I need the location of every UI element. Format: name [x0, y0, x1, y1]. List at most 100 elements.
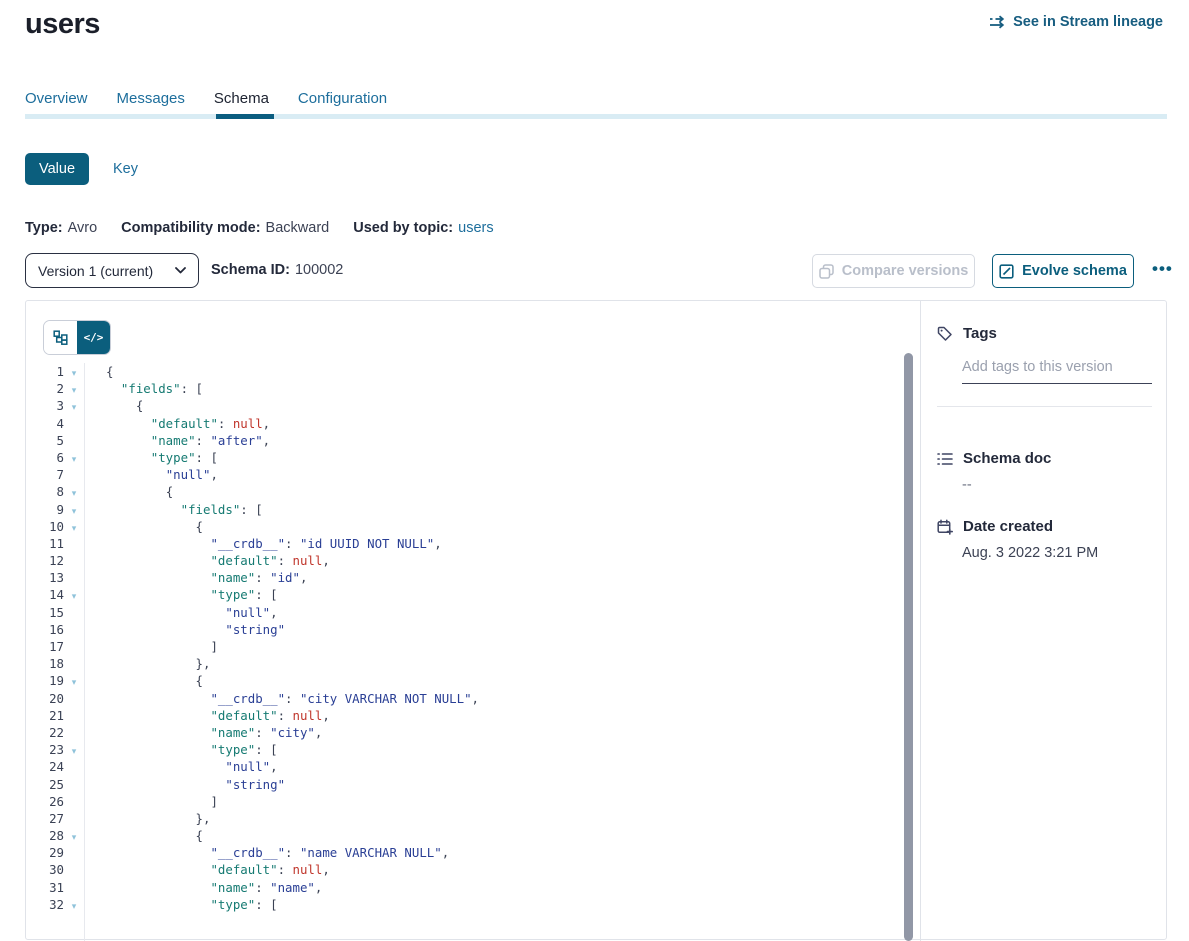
- fold-toggle-icon[interactable]: ▾: [64, 485, 84, 502]
- fold-toggle-icon[interactable]: ▾: [64, 382, 84, 399]
- code-view-button[interactable]: </>: [77, 321, 110, 354]
- schema-id-label: Schema ID:: [211, 262, 290, 278]
- stream-lineage-label: See in Stream lineage: [1013, 14, 1163, 30]
- tab-overview[interactable]: Overview: [25, 90, 88, 111]
- fold-toggle-icon[interactable]: ▾: [64, 674, 84, 691]
- fold-toggle-icon[interactable]: ▾: [64, 520, 84, 537]
- code-text: "fields": [: [84, 501, 263, 518]
- fold-toggle-icon[interactable]: ▾: [64, 365, 84, 382]
- code-line: 21 "default": null,: [26, 707, 920, 724]
- fold-toggle-icon[interactable]: ▾: [64, 588, 84, 605]
- code-line: 29 "__crdb__": "name VARCHAR NULL",: [26, 844, 920, 861]
- tab-underline: [25, 114, 1167, 119]
- code-line: 14▾ "type": [: [26, 586, 920, 603]
- tab-schema[interactable]: Schema: [214, 90, 269, 111]
- schema-panel: </> 1▾{2▾ "fields": [3▾ {4 "default": nu…: [25, 300, 1167, 940]
- code-line: 18 },: [26, 655, 920, 672]
- code-line: 25 "string": [26, 776, 920, 793]
- value-key-toggle: Value Key: [25, 153, 138, 185]
- code-text: "default": null,: [84, 707, 330, 724]
- fold-toggle-icon[interactable]: ▾: [64, 399, 84, 416]
- code-text: "__crdb__": "city VARCHAR NOT NULL",: [84, 690, 479, 707]
- line-number: 29: [26, 844, 64, 861]
- date-created-section-header: Date created: [937, 518, 1053, 535]
- date-created-heading: Date created: [963, 518, 1053, 535]
- code-line: 7 "null",: [26, 466, 920, 483]
- tab-bar: Overview Messages Schema Configuration: [25, 90, 387, 111]
- code-line: 26 ]: [26, 793, 920, 810]
- tab-messages[interactable]: Messages: [117, 90, 185, 111]
- code-line: 8▾ {: [26, 483, 920, 500]
- sidebar-divider: [937, 406, 1152, 407]
- code-text: "null",: [84, 604, 278, 621]
- schema-doc-section-header: Schema doc: [937, 450, 1051, 467]
- stream-lineage-icon: [989, 15, 1006, 29]
- code-text: {: [84, 483, 173, 500]
- compare-versions-label: Compare versions: [842, 263, 969, 279]
- line-number: 22: [26, 724, 64, 741]
- line-number: 5: [26, 432, 64, 449]
- date-created-value: Aug. 3 2022 3:21 PM: [962, 545, 1098, 561]
- compare-versions-button[interactable]: Compare versions: [812, 254, 975, 288]
- code-line: 17 ]: [26, 638, 920, 655]
- line-number: 17: [26, 638, 64, 655]
- code-line: 16 "string": [26, 621, 920, 638]
- key-tab-button[interactable]: Key: [113, 161, 138, 177]
- line-number: 11: [26, 535, 64, 552]
- fold-toggle-icon[interactable]: ▾: [64, 451, 84, 468]
- code-line: 28▾ {: [26, 827, 920, 844]
- fold-toggle-icon[interactable]: ▾: [64, 743, 84, 760]
- code-text: "name": "after",: [84, 432, 270, 449]
- fold-toggle-icon[interactable]: ▾: [64, 503, 84, 520]
- code-line: 13 "name": "id",: [26, 569, 920, 586]
- line-number: 8: [26, 483, 64, 500]
- code-line: 10▾ {: [26, 518, 920, 535]
- line-number: 27: [26, 810, 64, 827]
- code-line: 3▾ {: [26, 397, 920, 414]
- compatibility-value: Backward: [266, 220, 330, 236]
- code-line: 2▾ "fields": [: [26, 380, 920, 397]
- code-text: "default": null,: [84, 552, 330, 569]
- tree-view-icon: [53, 330, 68, 345]
- schema-sidebar: Tags Schema doc -- Date created: [920, 301, 1168, 941]
- editor-scrollbar[interactable]: [904, 353, 913, 941]
- tab-configuration[interactable]: Configuration: [298, 90, 387, 111]
- list-icon: [937, 452, 953, 466]
- code-text: },: [84, 655, 210, 672]
- code-text: "type": [: [84, 586, 278, 603]
- schema-doc-heading: Schema doc: [963, 450, 1051, 467]
- more-options-button[interactable]: •••: [1146, 253, 1179, 285]
- used-by-topic-link[interactable]: users: [458, 220, 493, 236]
- code-line: 4 "default": null,: [26, 415, 920, 432]
- code-line: 1▾{: [26, 363, 920, 380]
- tree-view-button[interactable]: [44, 321, 77, 354]
- schema-meta-row: Type: Avro Compatibility mode: Backward …: [25, 220, 494, 236]
- line-number: 16: [26, 621, 64, 638]
- stream-lineage-link[interactable]: See in Stream lineage: [989, 14, 1163, 30]
- code-text: "type": [: [84, 741, 278, 758]
- code-text: {: [84, 397, 143, 414]
- code-lines: 1▾{2▾ "fields": [3▾ {4 "default": null,5…: [26, 363, 920, 913]
- evolve-schema-label: Evolve schema: [1022, 263, 1127, 279]
- add-tags-input[interactable]: [962, 353, 1152, 384]
- compatibility-label: Compatibility mode:: [121, 220, 260, 236]
- evolve-schema-button[interactable]: Evolve schema: [992, 254, 1134, 288]
- fold-toggle-icon[interactable]: ▾: [64, 829, 84, 846]
- view-toggle: </>: [43, 320, 111, 355]
- line-number: 7: [26, 466, 64, 483]
- fold-toggle-icon[interactable]: ▾: [64, 898, 84, 915]
- line-number: 4: [26, 415, 64, 432]
- compare-versions-icon: [819, 264, 834, 279]
- version-select-value: Version 1 (current): [38, 263, 153, 279]
- version-select[interactable]: Version 1 (current): [25, 253, 199, 288]
- schema-id: Schema ID: 100002: [211, 262, 343, 278]
- line-number: 10: [26, 518, 64, 535]
- code-line: 12 "default": null,: [26, 552, 920, 569]
- code-line: 6▾ "type": [: [26, 449, 920, 466]
- value-tab-button[interactable]: Value: [25, 153, 89, 185]
- code-editor[interactable]: 1▾{2▾ "fields": [3▾ {4 "default": null,5…: [26, 363, 920, 913]
- code-text: ]: [84, 638, 218, 655]
- page-title: users: [25, 8, 100, 41]
- tags-heading: Tags: [963, 325, 997, 342]
- line-number: 20: [26, 690, 64, 707]
